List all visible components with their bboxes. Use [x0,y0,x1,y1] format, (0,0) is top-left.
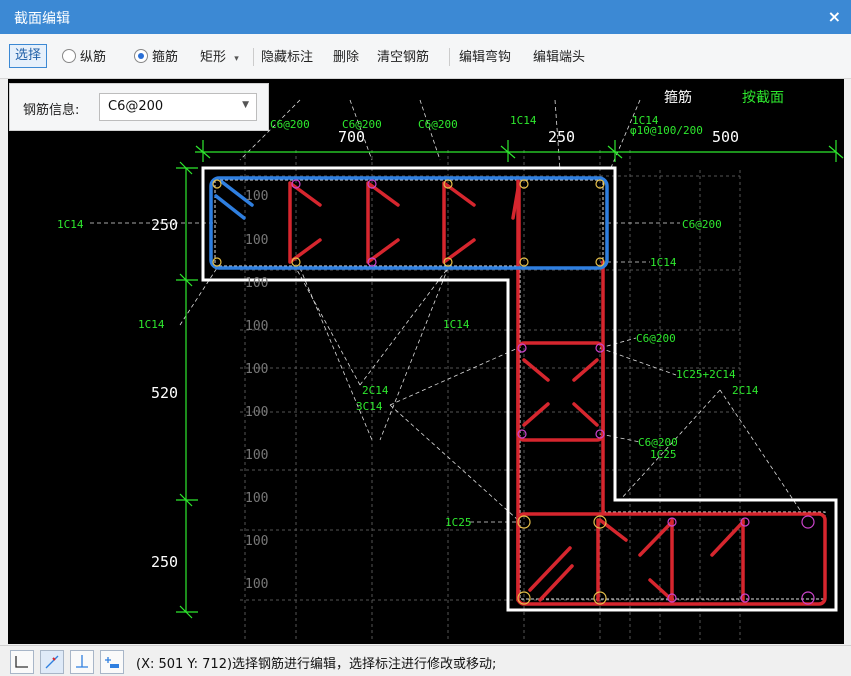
label-3c14[interactable]: 3C14 [356,400,383,413]
label-1c14-right[interactable]: 1C14 [650,256,677,269]
section-drawing[interactable]: 700 250 500 250 520 250 100 100 100 100 … [8,79,844,644]
spacing-100: 100 [245,448,268,463]
label-2c14-right[interactable]: 2C14 [732,384,759,397]
dim-250-left[interactable]: 250 [151,216,178,234]
radio-icon [62,49,76,63]
leader-lines [90,99,801,523]
label-stirrup-spec[interactable]: φ10@100/200 [630,124,703,137]
status-bar: (X: 501 Y: 712)选择钢筋进行编辑，选择标注进行修改或移动; [0,645,851,676]
spacing-100: 100 [245,405,268,420]
dim-250-top[interactable]: 250 [548,128,575,146]
dim-250-bottom[interactable]: 250 [151,553,178,571]
label-1c25[interactable]: 1C25 [650,448,677,461]
spacing-100: 100 [245,362,268,377]
grid-snap-button[interactable] [100,650,124,674]
label-by-section[interactable]: 按截面 [742,90,784,106]
snap-mode-button[interactable] [40,650,64,674]
rebar-info-panel: 钢筋信息: C6@200 ▼ [9,83,269,131]
spacing-100: 100 [245,319,268,334]
grid-lines [240,150,741,640]
spacing-100: 100 [245,577,268,592]
section-canvas[interactable]: 700 250 500 250 520 250 100 100 100 100 … [8,79,844,644]
shape-dropdown[interactable]: 矩形 ▾ [200,46,239,65]
stirrup-radio[interactable]: 箍筋 [134,46,178,65]
hide-labels-button[interactable]: 隐藏标注 [261,46,313,65]
dim-500[interactable]: 500 [712,128,739,146]
spacing-100: 100 [245,534,268,549]
spacing-100: 100 [245,189,268,204]
select-button[interactable]: 选择 [9,44,48,68]
grid-snap-icon [105,657,119,668]
longitudinal-label: 纵筋 [80,50,107,65]
label-1c14[interactable]: 1C14 [510,114,537,127]
radio-checked-icon [134,49,148,63]
selected-stirrup[interactable] [209,176,609,270]
perpendicular-icon [76,655,88,668]
edit-hook-button[interactable]: 编辑弯钩 [459,46,511,65]
spacing-texts: 100 100 100 100 100 100 100 100 100 100 [245,189,268,592]
spacing-100: 100 [245,276,268,291]
longitudinal-radio[interactable]: 纵筋 [62,46,106,65]
label-c6-200[interactable]: C6@200 [636,332,676,345]
label-1c14-left[interactable]: 1C14 [57,218,84,231]
rebar-info-combo[interactable]: C6@200 ▼ [99,93,257,121]
ortho-icon [15,656,28,668]
divider [253,48,254,66]
rebar-info-label: 钢筋信息: [23,103,80,118]
label-c6-200-right[interactable]: C6@200 [682,218,722,231]
spacing-100: 100 [245,233,268,248]
delete-button[interactable]: 删除 [333,46,359,65]
clear-rebar-button[interactable]: 清空钢筋 [377,46,429,65]
label-2c14[interactable]: 2C14 [362,384,389,397]
divider [449,48,450,66]
label-c6-200[interactable]: C6@200 [270,118,310,131]
ortho-mode-button[interactable] [10,650,34,674]
label-stirrup: 箍筋 [664,89,692,106]
spacing-100: 100 [245,491,268,506]
label-1c14[interactable]: 1C14 [138,318,165,331]
chevron-down-icon: ▼ [242,100,249,110]
toolbar: 选择 纵筋 箍筋 矩形 ▾ 隐藏标注 删除 清空钢筋 编辑弯钩 编辑端头 [0,34,851,79]
window-title: 截面编辑 [14,11,70,27]
label-1c14[interactable]: 1C14 [443,318,470,331]
rebar-info-value: C6@200 [108,99,164,114]
label-c6-200[interactable]: C6@200 [342,118,382,131]
title-bar: 截面编辑 × [0,0,851,34]
shape-label: 矩形 [200,50,227,65]
label-1c25-left[interactable]: 1C25 [445,516,472,529]
close-icon[interactable]: × [828,7,841,26]
chevron-down-icon: ▾ [234,54,239,64]
perpendicular-snap-button[interactable] [70,650,94,674]
diagonal-snap-icon [45,655,59,669]
label-1c25-2c14[interactable]: 1C25+2C14 [676,368,736,381]
dim-520[interactable]: 520 [151,384,178,402]
status-text: (X: 501 Y: 712)选择钢筋进行编辑，选择标注进行修改或移动; [136,657,497,672]
label-c6-200[interactable]: C6@200 [418,118,458,131]
stirrup-label: 箍筋 [152,50,179,65]
edit-end-button[interactable]: 编辑端头 [533,46,585,65]
